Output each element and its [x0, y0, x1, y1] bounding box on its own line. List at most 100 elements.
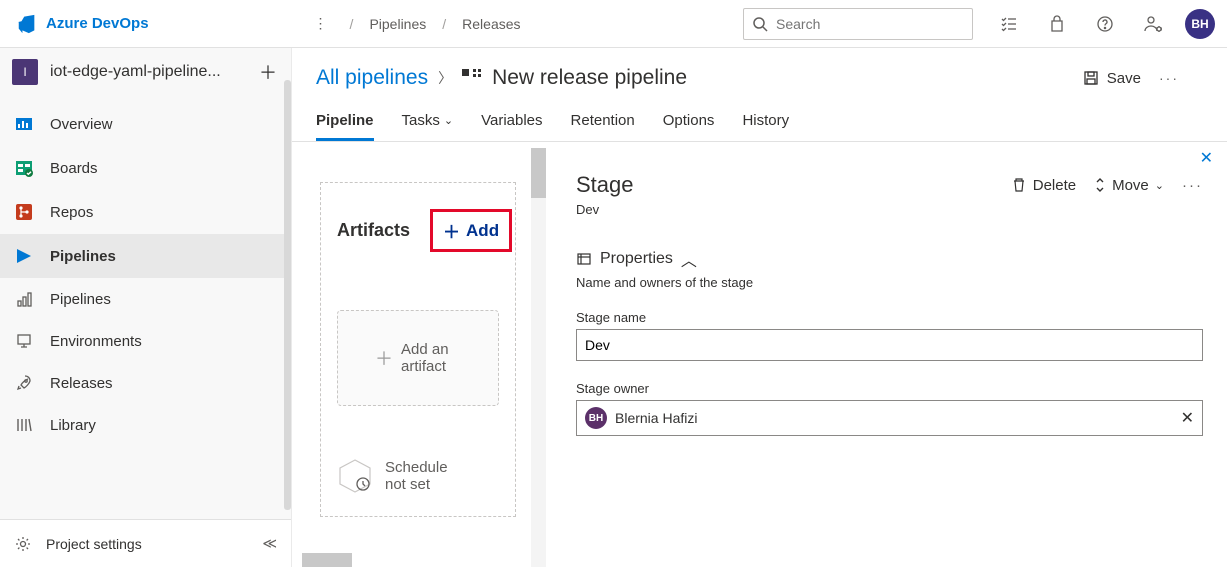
- more-actions-icon[interactable]: ···: [1182, 177, 1203, 194]
- more-icon[interactable]: ⋮: [314, 15, 328, 32]
- scrollbar-vertical[interactable]: [531, 148, 546, 567]
- breadcrumb-root[interactable]: All pipelines: [316, 66, 428, 90]
- tab-retention[interactable]: Retention: [571, 102, 635, 141]
- shopping-bag-icon[interactable]: [1041, 8, 1073, 40]
- sidebar-item-repos[interactable]: Repos: [0, 190, 291, 234]
- tab-tasks[interactable]: Tasks⌄: [402, 102, 454, 141]
- sidebar: I iot-edge-yaml-pipeline... ＋ Overview B…: [0, 48, 292, 567]
- project-settings[interactable]: Project settings ≪: [0, 519, 291, 567]
- user-avatar[interactable]: BH: [1185, 9, 1215, 39]
- topbar-actions: BH: [993, 8, 1215, 40]
- plus-icon: ＋: [443, 218, 460, 243]
- sidebar-item-label: Repos: [50, 204, 93, 221]
- artifacts-header: Artifacts ＋ Add: [337, 209, 499, 252]
- help-icon[interactable]: [1089, 8, 1121, 40]
- add-label: Add: [466, 221, 499, 241]
- tab-variables[interactable]: Variables: [481, 102, 542, 141]
- save-button[interactable]: Save: [1083, 70, 1141, 87]
- sidebar-item-label: Releases: [50, 375, 113, 392]
- scrollbar-horizontal[interactable]: [302, 553, 352, 567]
- stage-header: Stage Delete Move ⌄ ···: [576, 172, 1203, 198]
- schedule-row[interactable]: Schedule not set: [337, 458, 499, 494]
- delete-button[interactable]: Delete: [1011, 177, 1076, 194]
- breadcrumb-pipelines[interactable]: Pipelines: [363, 12, 432, 36]
- more-actions-icon[interactable]: ···: [1159, 70, 1179, 86]
- project-name: iot-edge-yaml-pipeline...: [50, 63, 247, 81]
- breadcrumb-top: ⋮ / Pipelines / Releases: [314, 12, 527, 36]
- brand[interactable]: Azure DevOps: [16, 13, 149, 35]
- chevron-right-icon: 〉: [438, 68, 452, 88]
- clear-owner-button[interactable]: ✕: [1181, 408, 1194, 428]
- properties-header[interactable]: Properties ︿: [576, 247, 1203, 271]
- stage-title: Stage: [576, 172, 634, 198]
- project-settings-label: Project settings: [46, 536, 142, 552]
- stage-subtitle: Dev: [576, 202, 1203, 217]
- move-button[interactable]: Move ⌄: [1094, 177, 1164, 194]
- tab-pipeline[interactable]: Pipeline: [316, 102, 374, 141]
- project-row[interactable]: I iot-edge-yaml-pipeline... ＋: [0, 48, 291, 96]
- tab-options[interactable]: Options: [663, 102, 715, 141]
- task-list-icon[interactable]: [993, 8, 1025, 40]
- overview-icon: [12, 112, 36, 136]
- repos-icon: [12, 200, 36, 224]
- artifact-placeholder[interactable]: ＋ Add an artifact: [337, 310, 499, 406]
- properties-description: Name and owners of the stage: [576, 275, 1203, 290]
- move-icon: [1094, 177, 1106, 193]
- search-icon: [752, 16, 768, 32]
- sidebar-item-label: Overview: [50, 116, 113, 133]
- add-project-button[interactable]: ＋: [259, 59, 277, 85]
- content: Artifacts ＋ Add ＋ Add an artifact: [292, 142, 1227, 567]
- owner-name: Blernia Hafizi: [615, 410, 697, 426]
- breadcrumb-separator: /: [442, 16, 446, 32]
- nav-list: Overview Boards Repos Pipelines Pipeline…: [0, 96, 291, 446]
- save-icon: [1083, 70, 1099, 86]
- header-actions: Save ···: [1083, 70, 1203, 87]
- chevron-down-icon: ⌄: [444, 114, 453, 127]
- sidebar-subitem-environments[interactable]: Environments: [0, 320, 291, 362]
- environments-icon: [12, 329, 36, 353]
- stage-owner-label: Stage owner: [576, 381, 1203, 396]
- chevron-down-icon: ⌄: [1155, 179, 1164, 192]
- search-box[interactable]: [743, 8, 973, 40]
- azure-devops-icon: [16, 13, 38, 35]
- breadcrumb-separator: /: [350, 16, 354, 32]
- scrollbar[interactable]: [284, 80, 291, 510]
- pipeline-type-icon: [462, 69, 482, 87]
- sidebar-item-pipelines[interactable]: Pipelines: [0, 234, 291, 278]
- topbar: Azure DevOps ⋮ / Pipelines / Releases BH: [0, 0, 1227, 48]
- stage-owner-input[interactable]: BH Blernia Hafizi ✕: [576, 400, 1203, 436]
- stage-name-input[interactable]: [576, 329, 1203, 361]
- close-icon[interactable]: ✕: [1200, 148, 1213, 168]
- sidebar-item-label: Pipelines: [50, 291, 111, 308]
- sidebar-item-label: Pipelines: [50, 248, 116, 265]
- search-input[interactable]: [776, 16, 964, 32]
- plus-icon: ＋: [375, 345, 393, 371]
- trash-icon: [1011, 177, 1027, 193]
- pipelines-icon: [12, 244, 36, 268]
- sidebar-item-label: Boards: [50, 160, 98, 177]
- library-icon: [12, 413, 36, 437]
- rocket-icon: [12, 287, 36, 311]
- collapse-icon[interactable]: ≪: [262, 535, 277, 552]
- schedule-hex-icon: [337, 458, 373, 494]
- stage-name-label: Stage name: [576, 310, 1203, 325]
- gear-icon: [14, 535, 32, 553]
- user-settings-icon[interactable]: [1137, 8, 1169, 40]
- sidebar-subitem-pipelines[interactable]: Pipelines: [0, 278, 291, 320]
- tab-history[interactable]: History: [742, 102, 789, 141]
- save-label: Save: [1107, 70, 1141, 87]
- boards-icon: [12, 156, 36, 180]
- stage-actions: Delete Move ⌄ ···: [1011, 177, 1203, 194]
- breadcrumb-current: New release pipeline: [492, 66, 687, 90]
- add-artifact-button[interactable]: ＋ Add: [430, 209, 512, 252]
- sidebar-subitem-releases[interactable]: Releases: [0, 362, 291, 404]
- breadcrumb-releases[interactable]: Releases: [456, 12, 526, 36]
- artifacts-panel: Artifacts ＋ Add ＋ Add an artifact: [320, 182, 516, 517]
- artifacts-label: Artifacts: [337, 220, 410, 241]
- sidebar-item-boards[interactable]: Boards: [0, 146, 291, 190]
- sidebar-item-overview[interactable]: Overview: [0, 102, 291, 146]
- sidebar-item-label: Library: [50, 417, 96, 434]
- scrollbar-thumb[interactable]: [531, 148, 546, 198]
- sidebar-subitem-library[interactable]: Library: [0, 404, 291, 446]
- stage-detail-panel: ✕ Stage Delete Move ⌄ ···: [546, 142, 1227, 567]
